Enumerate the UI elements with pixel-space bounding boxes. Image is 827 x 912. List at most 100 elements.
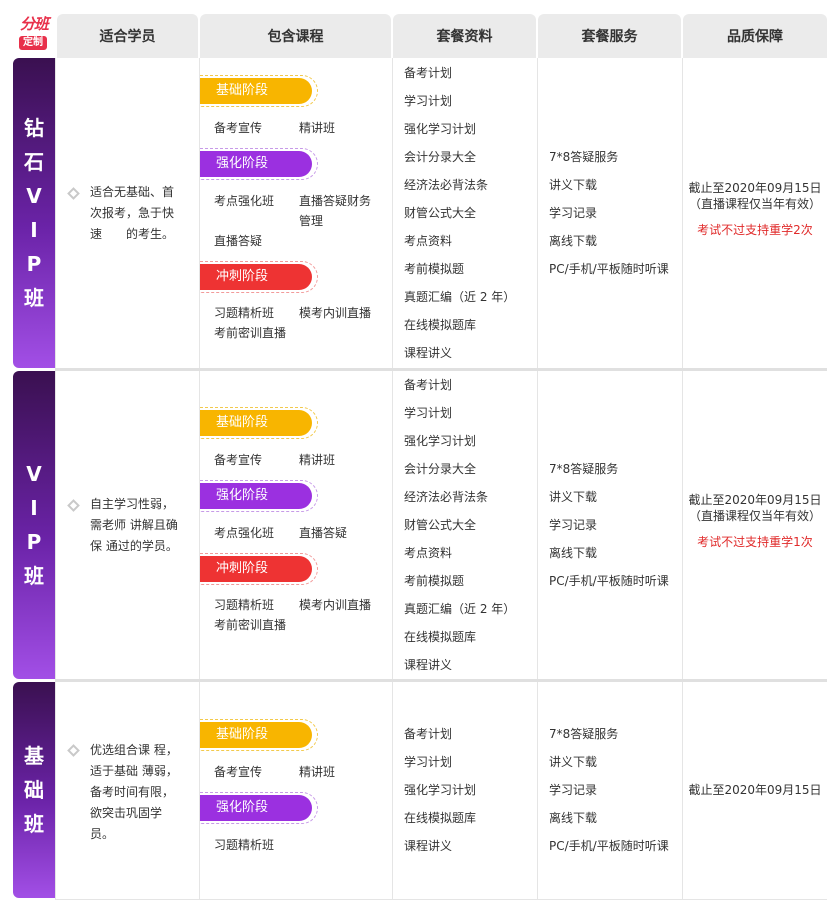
material-item: 经济法必背法条 <box>404 178 489 192</box>
service-item: 讲义下载 <box>549 755 598 769</box>
label-char: 班 <box>24 812 44 836</box>
suitable-text: 适合无基础、首 次报考，急于快 速 的考生。 <box>90 182 174 245</box>
material-item: 在线模拟题库 <box>404 630 477 644</box>
quality-deadline: 截止至2020年09月15日 <box>688 181 822 195</box>
course-item: 直播答疑财务 <box>299 194 372 208</box>
label-char: 钻 <box>24 116 44 140</box>
quality-text: 截止至2020年09月15日 （直播课程仅当年有效） 考试不过支持重学1次 <box>683 492 827 550</box>
material-item: 学习计划 <box>404 755 453 769</box>
service-item: 离线下载 <box>549 234 598 248</box>
quality-text: 截止至2020年09月15日 <box>683 782 827 798</box>
materials-list: 备考计划 学习计划 强化学习计划 在线模拟题库 课程讲义 <box>404 720 476 860</box>
course-item: 习题精析班 <box>214 306 275 320</box>
service-item: 学习记录 <box>549 206 598 220</box>
course-item: 直播答疑 <box>214 234 263 248</box>
material-item: 考前模拟题 <box>404 262 465 276</box>
material-item: 强化学习计划 <box>404 783 477 797</box>
course-item: 备考宣传 <box>214 765 263 779</box>
stage-label: 基础阶段 <box>200 410 312 436</box>
logo-badge: 定制 <box>19 36 47 50</box>
course-item: 考点强化班 <box>214 526 275 540</box>
stage-pill-strengthen: 强化阶段 <box>200 148 318 180</box>
course-item: 习题精析班 <box>214 598 275 612</box>
service-item: 7*8答疑服务 <box>549 462 619 476</box>
suitable-line: 适于基础 薄弱， <box>90 764 178 778</box>
stage-label: 强化阶段 <box>200 483 312 509</box>
stage-label: 基础阶段 <box>200 722 312 748</box>
materials-list: 备考计划 学习计划 强化学习计划 会计分录大全 经济法必背法条 财管公式大全 考… <box>404 371 515 679</box>
stage-pill-sprint: 冲刺阶段 <box>200 553 318 585</box>
material-item: 考前模拟题 <box>404 574 465 588</box>
materials-list: 备考计划 学习计划 强化学习计划 会计分录大全 经济法必背法条 财管公式大全 考… <box>404 59 515 367</box>
quality-note-live: （直播课程仅当年有效） <box>688 197 821 211</box>
quality-retake-note: 考试不过支持重学2次 <box>697 223 813 237</box>
label-char: 班 <box>24 286 44 310</box>
course-item: 备考宣传 <box>214 121 263 135</box>
course-item: 考前密训直播 <box>214 618 287 632</box>
service-item: 讲义下载 <box>549 178 598 192</box>
material-item: 备考计划 <box>404 727 453 741</box>
service-item: 离线下载 <box>549 811 598 825</box>
fenban-logo: 分班 定制 <box>14 14 54 58</box>
course-item: 模考内训直播 <box>299 598 372 612</box>
row-label-basic: 基 础 班 <box>13 682 55 898</box>
services-list: 7*8答疑服务 讲义下载 学习记录 离线下载 PC/手机/平板随时听课 <box>549 720 669 860</box>
suitable-line: 适合无基础、首 <box>90 185 175 199</box>
stage-pill-basic: 基础阶段 <box>200 719 318 751</box>
suitable-line: 速 的考生。 <box>90 227 175 241</box>
quality-text: 截止至2020年09月15日 （直播课程仅当年有效） 考试不过支持重学2次 <box>683 180 827 238</box>
course-item: 管理 <box>299 214 324 228</box>
service-item: 讲义下载 <box>549 490 598 504</box>
stage-pill-sprint: 冲刺阶段 <box>200 261 318 293</box>
suitable-line: 备考时间有限， <box>90 785 175 799</box>
label-char: V <box>26 184 42 208</box>
material-item: 考点资料 <box>404 234 453 248</box>
quality-deadline: 截止至2020年09月15日 <box>688 783 822 797</box>
material-item: 强化学习计划 <box>404 122 477 136</box>
stage-label: 冲刺阶段 <box>200 556 312 582</box>
row-label-diamond-vip: 钻 石 V I P 班 <box>13 58 55 368</box>
label-char: 石 <box>24 150 44 174</box>
course-item: 精讲班 <box>299 121 336 135</box>
service-item: 7*8答疑服务 <box>549 727 619 741</box>
quality-retake-note: 考试不过支持重学1次 <box>697 535 813 549</box>
material-item: 在线模拟题库 <box>404 811 477 825</box>
course-item: 备考宣传 <box>214 453 263 467</box>
services-list: 7*8答疑服务 讲义下载 学习记录 离线下载 PC/手机/平板随时听课 <box>549 143 669 283</box>
course-item: 考点强化班 <box>214 194 275 208</box>
material-item: 课程讲义 <box>404 346 453 360</box>
services-list: 7*8答疑服务 讲义下载 学习记录 离线下载 PC/手机/平板随时听课 <box>549 455 669 595</box>
stage-pill-basic: 基础阶段 <box>200 75 318 107</box>
stage-pill-strengthen: 强化阶段 <box>200 480 318 512</box>
header-materials: 套餐资料 <box>393 14 536 58</box>
suitable-line: 员。 <box>90 827 115 841</box>
course-item: 考前密训直播 <box>214 326 287 340</box>
label-char: I <box>30 496 38 520</box>
package-comparison-table: 分班 定制 适合学员 包含课程 套餐资料 套餐服务 品质保障 钻 石 V I P… <box>0 0 827 912</box>
material-item: 财管公式大全 <box>404 206 477 220</box>
label-char: I <box>30 218 38 242</box>
suitable-line: 自主学习性弱， <box>90 497 175 511</box>
material-item: 会计分录大全 <box>404 150 477 164</box>
stage-label: 冲刺阶段 <box>200 264 312 290</box>
course-item: 精讲班 <box>299 765 336 779</box>
suitable-line: 次报考，急于快 <box>90 206 175 220</box>
material-item: 真题汇编（近 2 年） <box>404 602 516 616</box>
service-item: 7*8答疑服务 <box>549 150 619 164</box>
label-char: P <box>26 530 42 554</box>
course-item: 直播答疑 <box>299 526 348 540</box>
suitable-line: 欲突击巩固学 <box>90 806 163 820</box>
suitable-text: 自主学习性弱， 需老师 讲解且确 保 通过的学员。 <box>90 494 178 557</box>
quality-deadline: 截止至2020年09月15日 <box>688 493 822 507</box>
header-suitable: 适合学员 <box>57 14 198 58</box>
label-char: 班 <box>24 564 44 588</box>
material-item: 课程讲义 <box>404 658 453 672</box>
material-item: 在线模拟题库 <box>404 318 477 332</box>
service-item: 离线下载 <box>549 546 598 560</box>
stage-label: 强化阶段 <box>200 795 312 821</box>
material-item: 学习计划 <box>404 94 453 108</box>
header-courses: 包含课程 <box>200 14 391 58</box>
label-char: 础 <box>24 778 44 802</box>
stage-label: 强化阶段 <box>200 151 312 177</box>
suitable-text: 优选组合课 程， 适于基础 薄弱， 备考时间有限， 欲突击巩固学 员。 <box>90 740 178 845</box>
